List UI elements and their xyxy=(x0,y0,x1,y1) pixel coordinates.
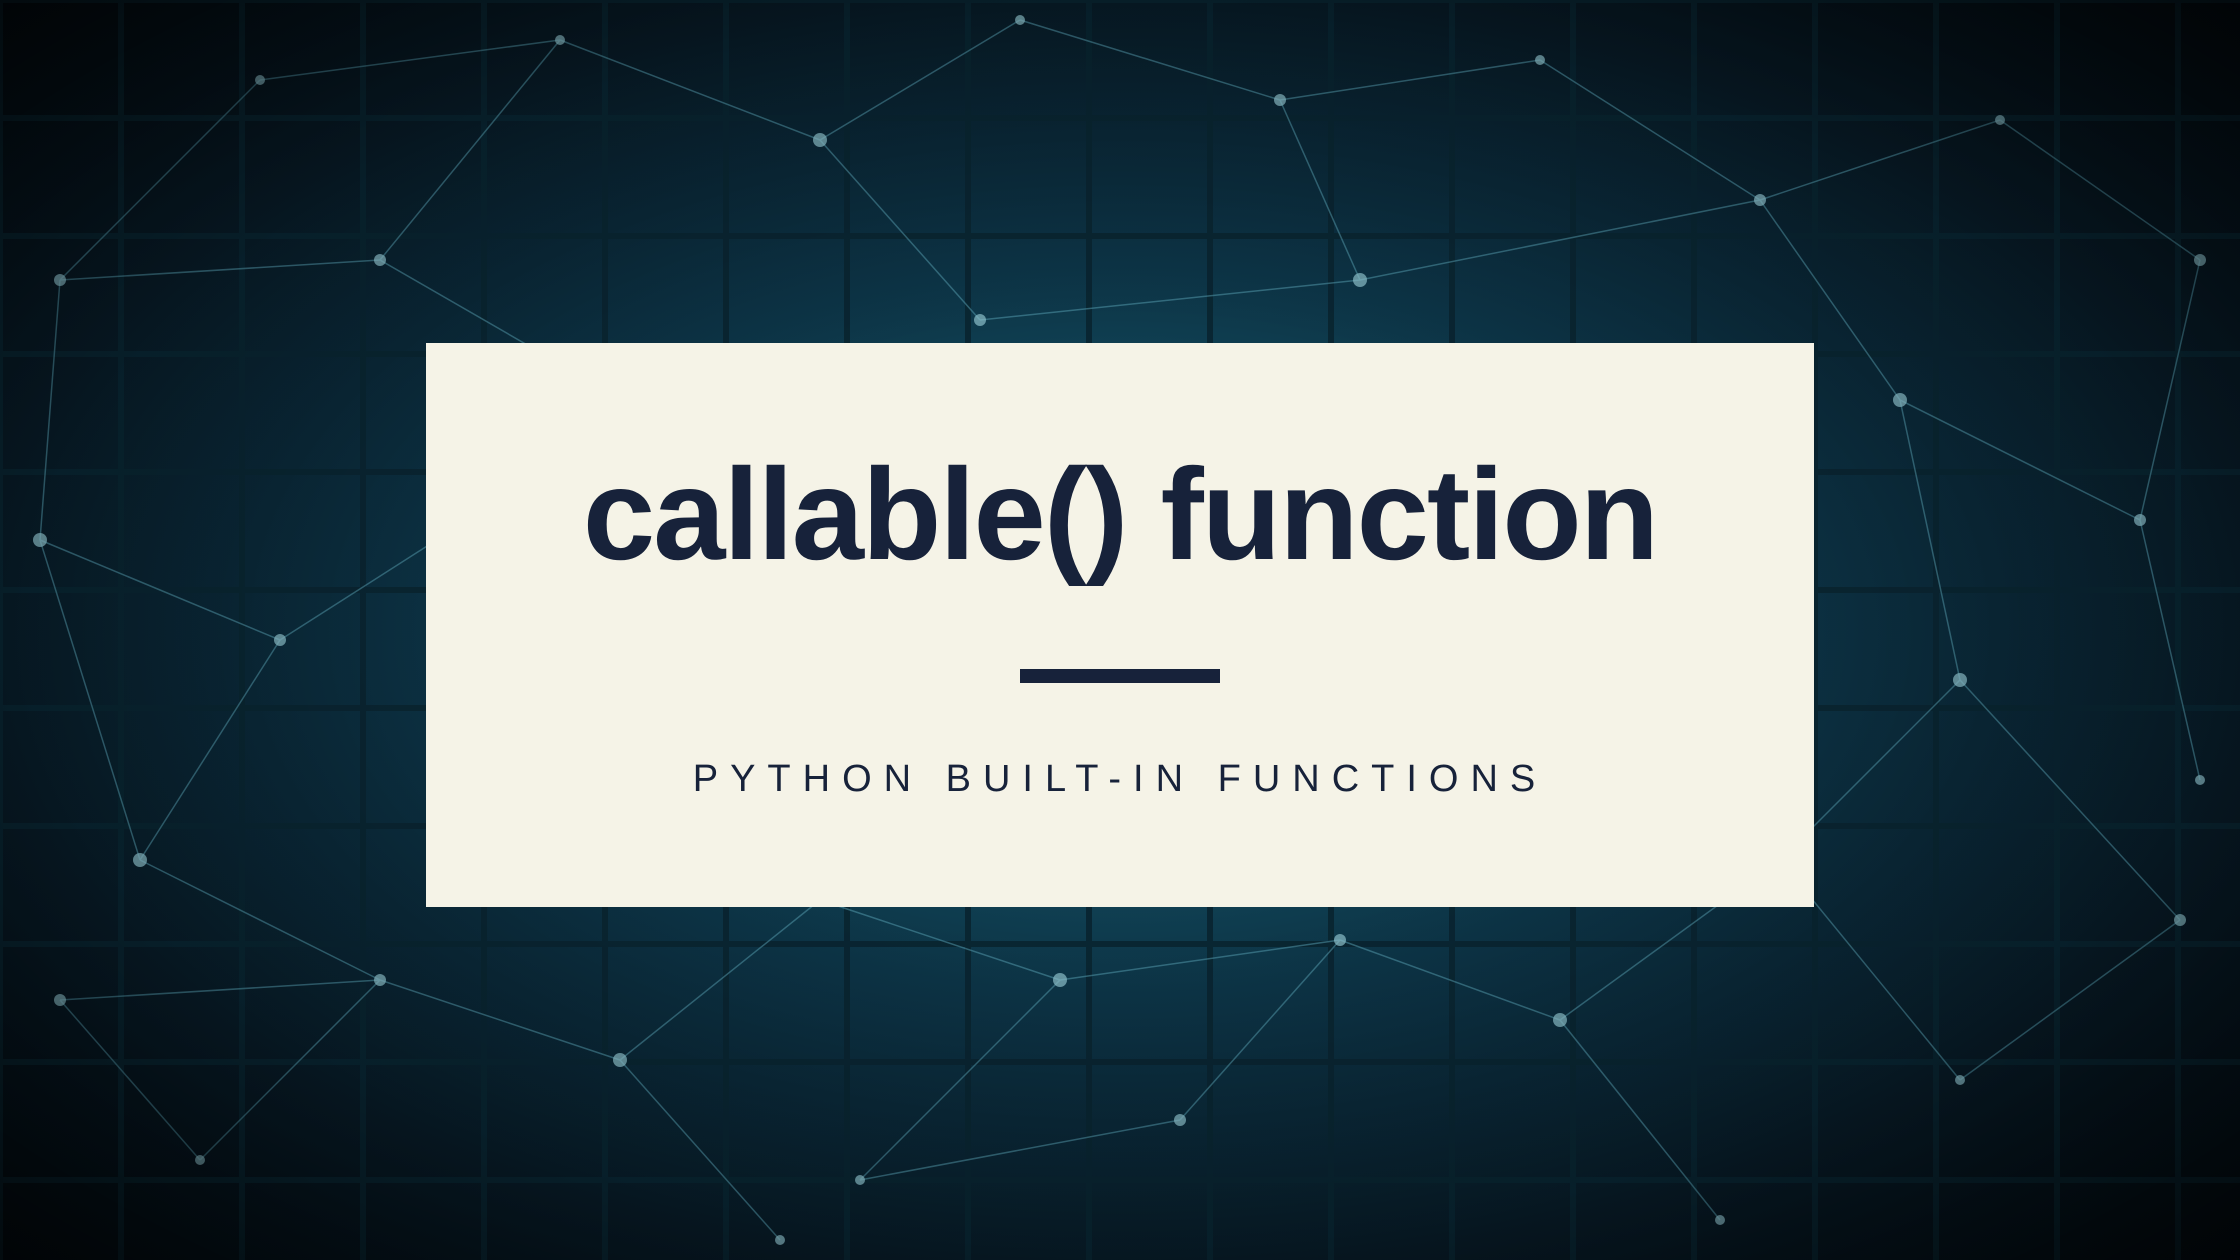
background-canvas: callable() function PYTHON BUILT-IN FUNC… xyxy=(0,0,2240,1260)
main-title: callable() function xyxy=(583,449,1657,579)
divider-line xyxy=(1020,669,1220,683)
subtitle-text: PYTHON BUILT-IN FUNCTIONS xyxy=(693,758,1548,801)
title-card: callable() function PYTHON BUILT-IN FUNC… xyxy=(426,343,1814,907)
